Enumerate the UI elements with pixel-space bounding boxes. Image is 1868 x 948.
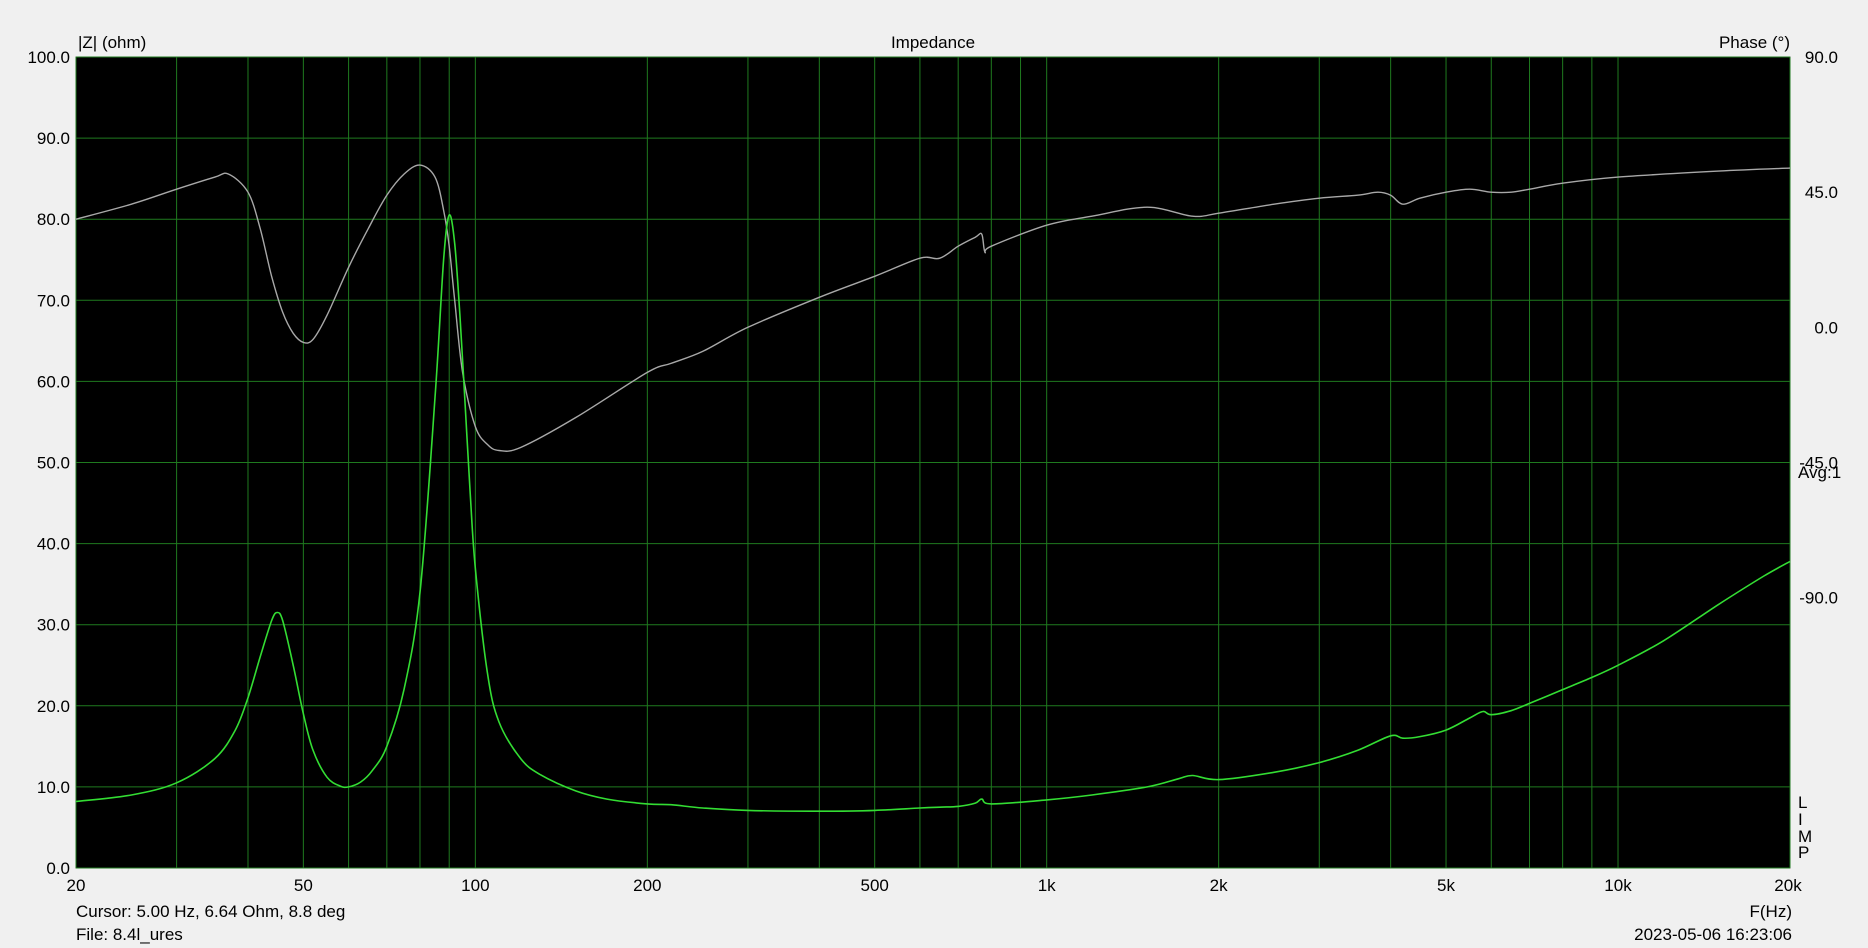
timestamp: 2023-05-06 16:23:06: [1634, 925, 1792, 944]
chart-title: Impedance: [891, 33, 975, 52]
x-tick-label: 50: [294, 876, 313, 895]
file-label: File: 8.4l_ures: [76, 925, 183, 944]
x-tick-label: 2k: [1210, 876, 1228, 895]
y2-tick-label: 45.0: [1805, 183, 1838, 202]
average-label: Avg:1: [1798, 463, 1841, 482]
x-axis-label: F(Hz): [1750, 902, 1792, 921]
left-axis-label: |Z| (ohm): [78, 33, 146, 52]
y-tick-label: 40.0: [37, 535, 70, 554]
y2-tick-label: -90.0: [1799, 589, 1838, 608]
y-tick-label: 70.0: [37, 291, 70, 310]
y-tick-label: 30.0: [37, 616, 70, 635]
cursor-readout: Cursor: 5.00 Hz, 6.64 Ohm, 8.8 deg: [76, 902, 345, 921]
y-tick-label: 80.0: [37, 210, 70, 229]
x-tick-label: 20: [67, 876, 86, 895]
limp-letter-p: P: [1798, 843, 1809, 862]
y-tick-label: 10.0: [37, 778, 70, 797]
y2-tick-label: 0.0: [1814, 318, 1838, 337]
y-tick-label: 90.0: [37, 129, 70, 148]
y2-tick-label: 90.0: [1805, 48, 1838, 67]
x-tick-label: 1k: [1038, 876, 1056, 895]
x-tick-label: 20k: [1774, 876, 1802, 895]
y-tick-label: 60.0: [37, 372, 70, 391]
y-tick-label: 100.0: [27, 48, 70, 67]
x-tick-label: 200: [633, 876, 661, 895]
x-tick-label: 10k: [1604, 876, 1632, 895]
right-axis-label: Phase (°): [1719, 33, 1790, 52]
y-tick-label: 20.0: [37, 697, 70, 716]
y-tick-label: 50.0: [37, 454, 70, 473]
x-tick-label: 500: [861, 876, 889, 895]
x-tick-label: 100: [461, 876, 489, 895]
impedance-chart: 0.0 10.0 20.0 30.0 40.0 50.0 60.0 70.0 80.0 90.0 1…: [0, 0, 1868, 948]
x-tick-label: 5k: [1437, 876, 1455, 895]
